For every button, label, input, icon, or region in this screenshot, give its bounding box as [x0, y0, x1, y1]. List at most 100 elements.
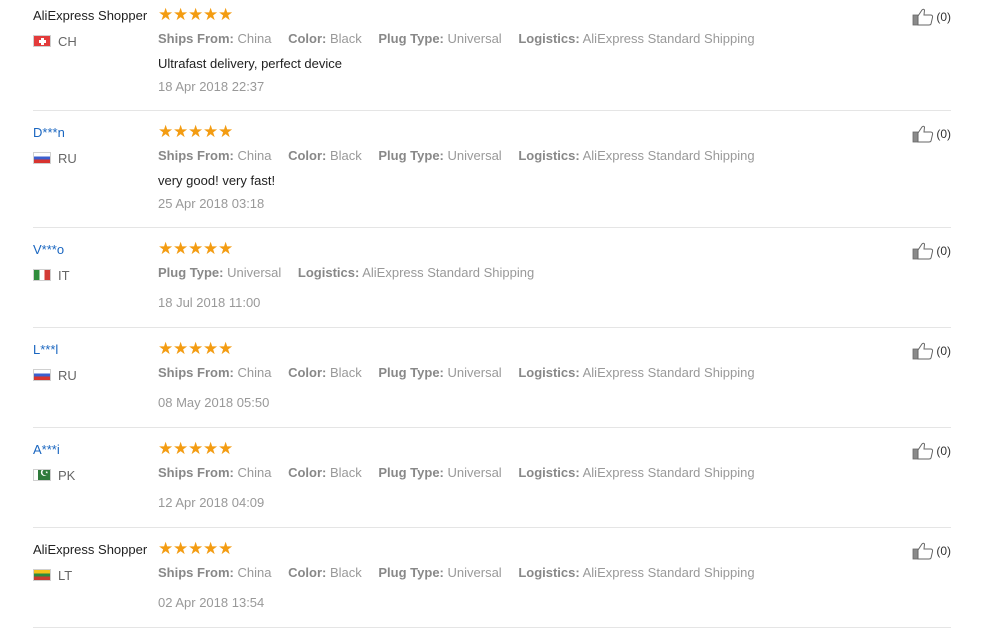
attr-label: Color:: [288, 365, 327, 380]
country-code: RU: [58, 367, 77, 383]
review-item: AliExpress Shopper LT ★★★★★ Ships From: …: [33, 534, 951, 628]
attr-logistics: Logistics: AliExpress Standard Shipping: [298, 265, 534, 280]
attr-plug-type: Plug Type: Universal: [158, 265, 281, 280]
attr-ships-from: Ships From: China: [158, 148, 271, 163]
attr-label: Ships From:: [158, 365, 234, 380]
attr-ships-from: Ships From: China: [158, 565, 271, 580]
thumbs-up-icon: [912, 542, 934, 560]
rating-stars: ★★★★★: [158, 439, 233, 459]
country-code: CH: [58, 33, 77, 49]
flag-ru-icon: [33, 152, 51, 164]
attr-value: Universal: [227, 265, 282, 280]
attr-value: Universal: [447, 31, 502, 46]
star-icon: ★: [218, 122, 234, 141]
attr-label: Ships From:: [158, 31, 234, 46]
star-icon: ★: [203, 239, 219, 258]
attr-label: Logistics:: [518, 465, 580, 480]
flag-ch-icon: [33, 35, 51, 47]
helpful-button[interactable]: (0): [912, 342, 951, 360]
helpful-button[interactable]: (0): [912, 542, 951, 560]
attr-value: Universal: [447, 365, 502, 380]
attr-label: Plug Type:: [378, 365, 444, 380]
attr-value: Black: [329, 565, 362, 580]
star-icon: ★: [188, 539, 204, 558]
attr-logistics: Logistics: AliExpress Standard Shipping: [518, 31, 754, 46]
buyer-name-link[interactable]: V***o: [33, 242, 64, 258]
attr-value: AliExpress Standard Shipping: [582, 365, 755, 380]
country-code: RU: [58, 150, 77, 166]
review-date: 08 May 2018 05:50: [158, 395, 270, 410]
rating-stars: ★★★★★: [158, 339, 233, 359]
review-date: 12 Apr 2018 04:09: [158, 495, 265, 510]
attr-value: China: [237, 365, 272, 380]
attr-value: Black: [329, 31, 362, 46]
buyer-country: PK: [33, 467, 75, 483]
star-icon: ★: [188, 5, 204, 24]
star-icon: ★: [173, 339, 189, 358]
country-code: LT: [58, 567, 73, 583]
country-code: IT: [58, 267, 70, 283]
review-item: L***l RU ★★★★★ Ships From: China Color: …: [33, 334, 951, 428]
flag-it-icon: [33, 269, 51, 281]
review-date: 25 Apr 2018 03:18: [158, 196, 265, 211]
attr-value: China: [237, 31, 272, 46]
attr-label: Plug Type:: [378, 465, 444, 480]
star-icon: ★: [203, 539, 219, 558]
rating-stars: ★★★★★: [158, 239, 233, 259]
order-attributes: Ships From: China Color: Black Plug Type…: [158, 564, 768, 581]
attr-label: Logistics:: [518, 365, 580, 380]
attr-logistics: Logistics: AliExpress Standard Shipping: [518, 148, 754, 163]
star-icon: ★: [218, 5, 234, 24]
review-text: Ultrafast delivery, perfect device: [158, 56, 342, 71]
thumbs-up-icon: [912, 442, 934, 460]
attr-label: Ships From:: [158, 565, 234, 580]
attr-label: Color:: [288, 465, 327, 480]
star-icon: ★: [203, 5, 219, 24]
buyer-name-link[interactable]: L***l: [33, 342, 58, 358]
buyer-country: LT: [33, 567, 72, 583]
helpful-count: (0): [936, 10, 951, 24]
star-icon: ★: [188, 339, 204, 358]
helpful-button[interactable]: (0): [912, 242, 951, 260]
review-list: AliExpress Shopper CH ★★★★★ Ships From: …: [0, 0, 984, 630]
attr-label: Color:: [288, 31, 327, 46]
attr-ships-from: Ships From: China: [158, 31, 271, 46]
star-icon: ★: [173, 5, 189, 24]
star-icon: ★: [218, 539, 234, 558]
helpful-button[interactable]: (0): [912, 442, 951, 460]
attr-label: Logistics:: [518, 148, 580, 163]
buyer-name-link[interactable]: A***i: [33, 442, 60, 458]
attr-label: Logistics:: [297, 265, 360, 280]
review-item: AliExpress Shopper CH ★★★★★ Ships From: …: [33, 0, 951, 111]
attr-label: Logistics:: [518, 565, 580, 580]
star-icon: ★: [158, 122, 174, 141]
attr-label: Plug Type:: [378, 148, 444, 163]
attr-label: Logistics:: [518, 31, 580, 46]
helpful-button[interactable]: (0): [912, 125, 951, 143]
attr-logistics: Logistics: AliExpress Standard Shipping: [518, 365, 754, 380]
star-icon: ★: [158, 339, 174, 358]
attr-label: Plug Type:: [158, 265, 224, 280]
flag-ru-icon: [33, 369, 51, 381]
helpful-count: (0): [936, 244, 951, 258]
rating-stars: ★★★★★: [158, 5, 233, 25]
attr-label: Ships From:: [158, 465, 234, 480]
thumbs-up-icon: [912, 125, 934, 143]
attr-color: Color: Black: [288, 365, 362, 380]
star-icon: ★: [188, 122, 204, 141]
buyer-name-link[interactable]: D***n: [33, 125, 65, 141]
helpful-count: (0): [936, 544, 951, 558]
buyer-name: AliExpress Shopper: [33, 8, 148, 23]
buyer-country: IT: [33, 267, 70, 283]
star-icon: ★: [173, 439, 189, 458]
order-attributes: Ships From: China Color: Black Plug Type…: [158, 364, 768, 381]
attr-value: Universal: [447, 565, 502, 580]
review-text: very good! very fast!: [158, 173, 276, 188]
star-icon: ★: [218, 239, 234, 258]
helpful-button[interactable]: (0): [912, 8, 951, 26]
thumbs-up-icon: [912, 8, 934, 26]
star-icon: ★: [173, 539, 189, 558]
attr-value: Black: [329, 465, 362, 480]
attr-plug-type: Plug Type: Universal: [378, 31, 501, 46]
attr-value: AliExpress Standard Shipping: [582, 565, 755, 580]
